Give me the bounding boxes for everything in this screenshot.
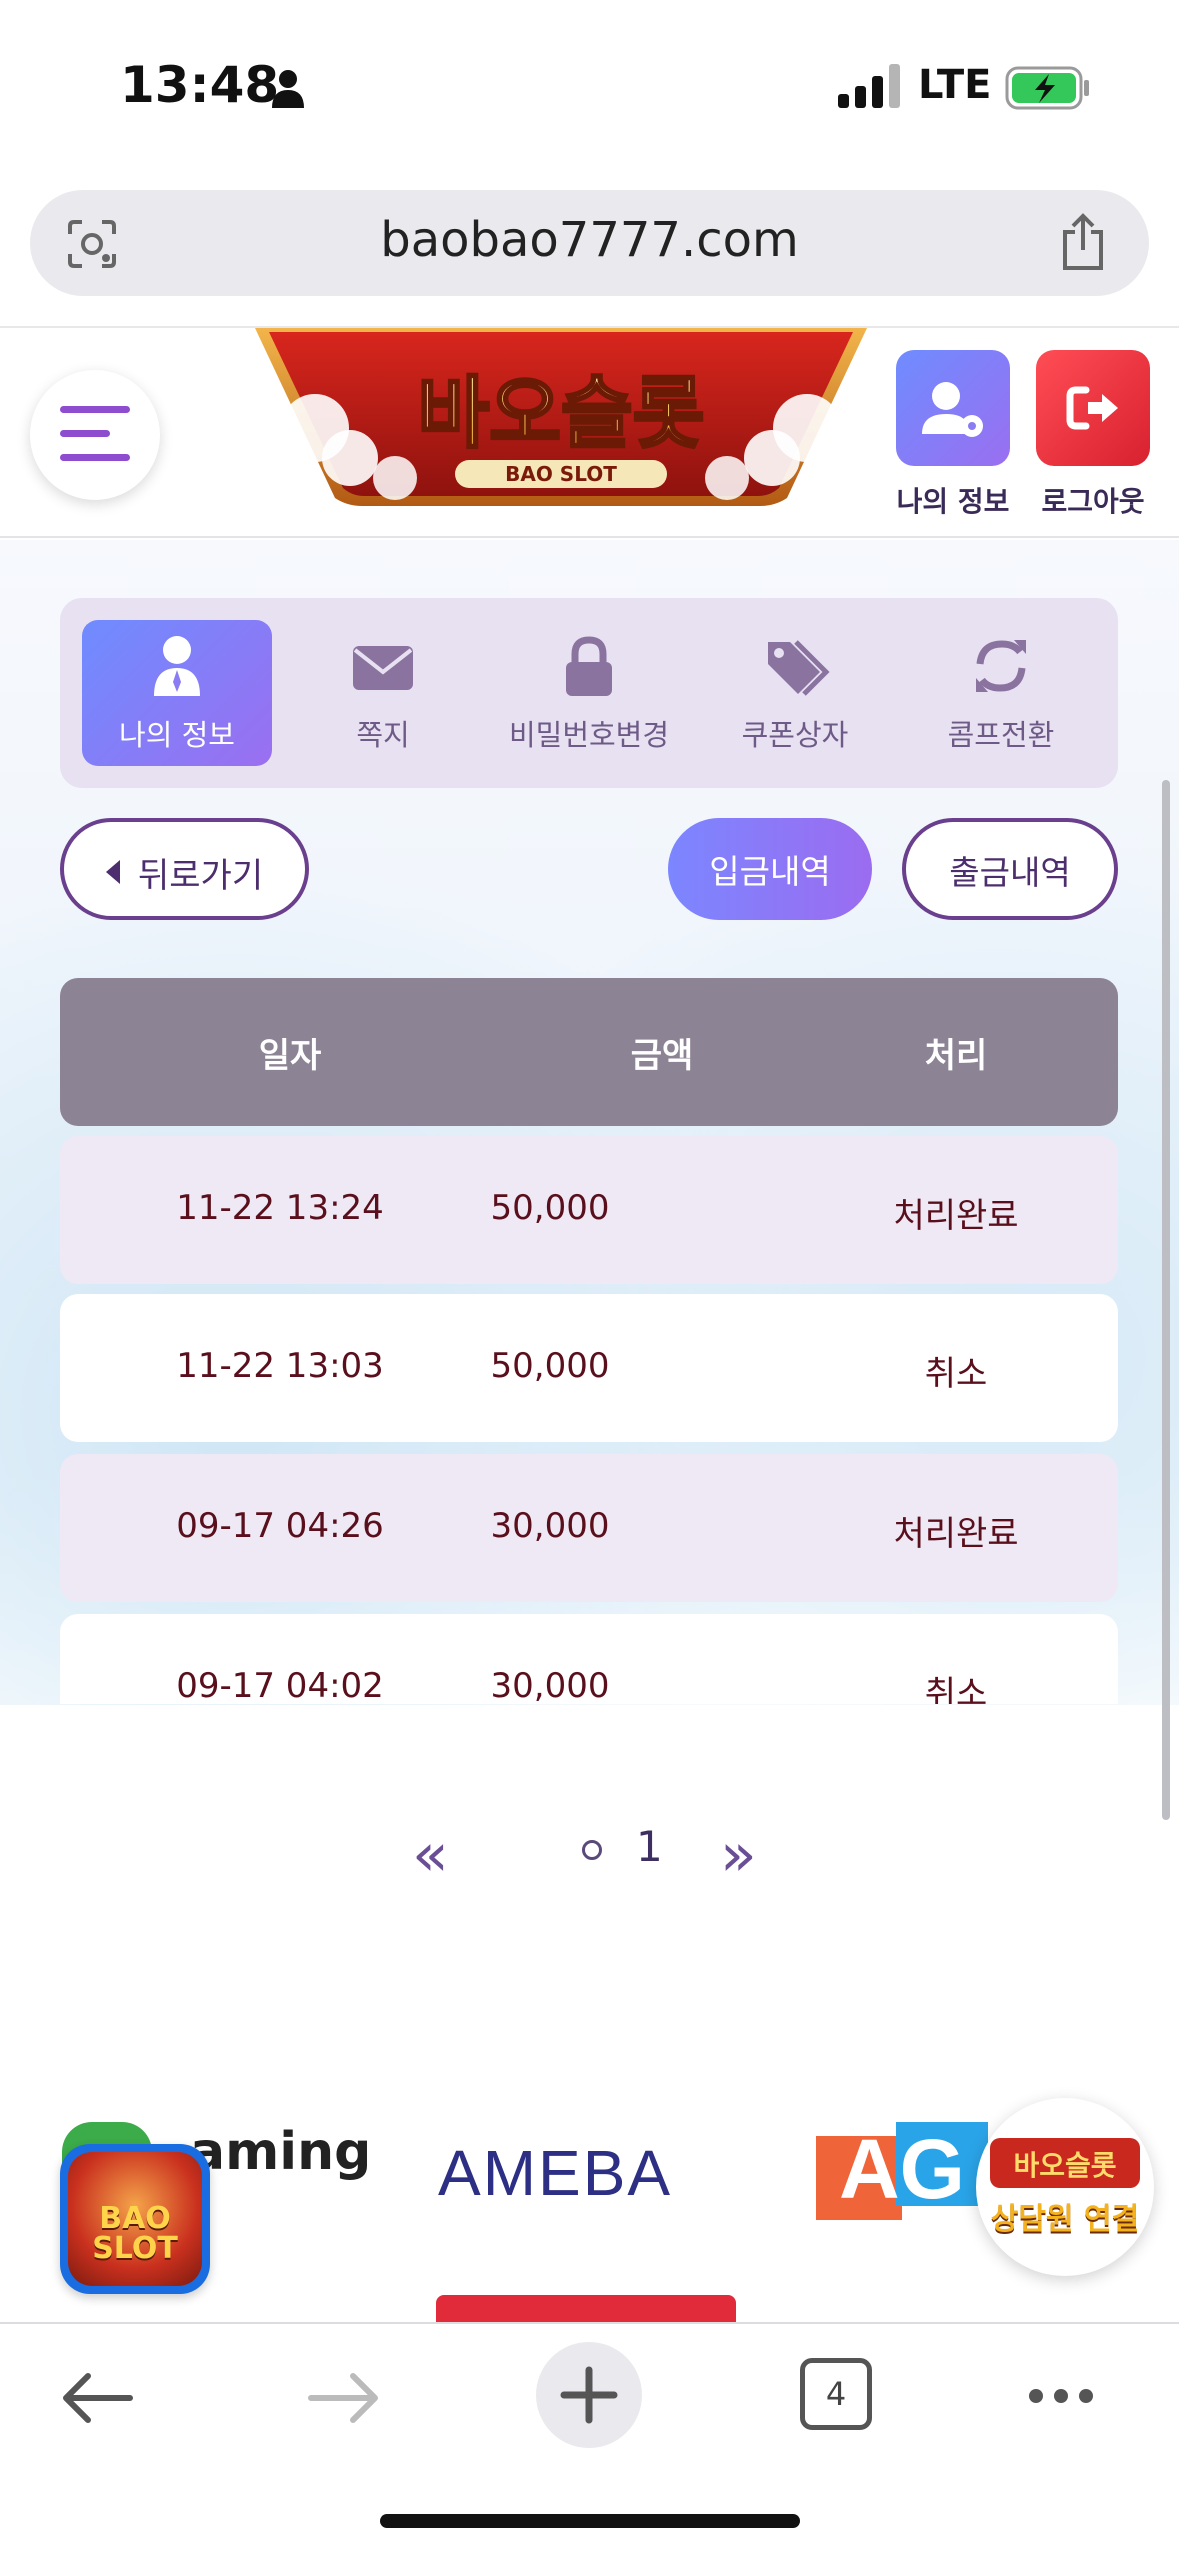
cell-date: 11-22 13:24 bbox=[176, 1188, 384, 1228]
deposit-history-label: 입금내역 bbox=[709, 852, 831, 891]
history-table-header: 일자 금액 처리 bbox=[60, 978, 1118, 1126]
cell-status: 취소 bbox=[924, 1354, 988, 1394]
menu-line-icon bbox=[60, 454, 130, 461]
menu-line-icon bbox=[60, 406, 130, 413]
table-row: 11-22 13:24 50,000 처리완료 bbox=[60, 1136, 1118, 1284]
page-scrollbar[interactable] bbox=[1162, 780, 1170, 1820]
menu-line-icon bbox=[60, 430, 110, 437]
deposit-history-button[interactable]: 입금내역 bbox=[668, 818, 872, 920]
my-info-label[interactable]: 나의 정보 bbox=[873, 480, 1033, 520]
cell-status: 처리완료 bbox=[893, 1514, 1019, 1554]
floating-app-badge[interactable]: BAO SLOT bbox=[60, 2144, 210, 2294]
logout-button[interactable] bbox=[1036, 350, 1150, 466]
tab-label: 비밀번호변경 bbox=[508, 718, 670, 752]
tab-switcher-button[interactable]: 4 bbox=[800, 2358, 872, 2430]
signal-icon bbox=[838, 64, 900, 108]
pagination-dot-icon bbox=[582, 1840, 602, 1860]
url-text[interactable]: baobao7777.com bbox=[30, 212, 1149, 268]
new-tab-button[interactable] bbox=[536, 2342, 642, 2448]
partner-gaming-logo: aming bbox=[190, 2122, 372, 2182]
tab-my-info[interactable]: 나의 정보 bbox=[82, 620, 272, 766]
lock-icon bbox=[566, 636, 612, 696]
battery-icon bbox=[1005, 66, 1089, 110]
pagination-page-1[interactable]: 1 bbox=[636, 1822, 663, 1871]
support-label: 상담원 연결 bbox=[990, 2202, 1140, 2237]
cell-status: 취소 bbox=[924, 1674, 988, 1704]
cell-status: 처리완료 bbox=[893, 1196, 1019, 1236]
tab-change-password[interactable]: 비밀번호변경 bbox=[494, 620, 684, 766]
partner-ag-logo: AG bbox=[816, 2122, 988, 2220]
tab-messages[interactable]: 쪽지 bbox=[288, 620, 478, 766]
user-gear-icon bbox=[922, 382, 983, 437]
account-tab-nav: 나의 정보 쪽지 비밀번호변경 쿠폰상자 콤프전환 bbox=[60, 598, 1118, 788]
pagination-next[interactable]: » bbox=[720, 1820, 757, 1890]
tags-icon bbox=[768, 640, 830, 696]
withdraw-history-button[interactable]: 출금내역 bbox=[902, 818, 1118, 920]
logout-label[interactable]: 로그아웃 bbox=[1013, 480, 1173, 520]
table-row: 09-17 04:26 30,000 처리완료 bbox=[60, 1454, 1118, 1602]
logout-icon bbox=[1066, 386, 1118, 430]
column-header-amount: 금액 bbox=[630, 1036, 694, 1076]
back-button-label: 뒤로가기 bbox=[138, 856, 264, 896]
forward-arrow-icon[interactable] bbox=[305, 2368, 385, 2428]
svg-text:AG: AG bbox=[839, 2122, 965, 2216]
table-row: 11-22 13:03 50,000 취소 bbox=[60, 1294, 1118, 1442]
back-arrow-icon[interactable] bbox=[56, 2368, 136, 2428]
envelope-icon bbox=[353, 646, 413, 690]
home-indicator bbox=[380, 2514, 800, 2528]
cell-date: 09-17 04:26 bbox=[176, 1506, 384, 1546]
back-button[interactable]: 뒤로가기 bbox=[60, 818, 309, 920]
tab-label: 쪽지 bbox=[356, 718, 410, 752]
cell-amount: 30,000 bbox=[490, 1666, 610, 1704]
share-icon[interactable] bbox=[1057, 212, 1109, 272]
menu-button[interactable] bbox=[30, 370, 160, 500]
cell-amount: 30,000 bbox=[490, 1506, 610, 1546]
cell-amount: 50,000 bbox=[490, 1346, 610, 1386]
site-logo[interactable]: BAO SLOT 바오슬롯 bbox=[255, 328, 867, 506]
my-info-button[interactable] bbox=[896, 350, 1010, 466]
network-label: LTE bbox=[918, 62, 992, 108]
table-row: 09-17 04:02 30,000 취소 bbox=[60, 1614, 1118, 1704]
site-header: BAO SLOT 바오슬롯 나의 정보 로그아웃 bbox=[0, 326, 1179, 538]
plus-icon bbox=[560, 2366, 618, 2424]
more-icon[interactable] bbox=[1026, 2386, 1096, 2406]
user-icon bbox=[154, 636, 200, 696]
tab-comp-convert[interactable]: 콤프전환 bbox=[906, 620, 1096, 766]
floating-badge-text: BAO SLOT bbox=[92, 2201, 178, 2266]
tab-label: 쿠폰상자 bbox=[741, 718, 849, 752]
sync-icon bbox=[976, 640, 1026, 692]
person-icon bbox=[272, 70, 304, 108]
svg-text:바오슬롯: 바오슬롯 bbox=[417, 369, 704, 459]
cell-date: 09-17 04:02 bbox=[176, 1666, 384, 1704]
column-header-status: 처리 bbox=[924, 1036, 988, 1076]
history-table-body: 11-22 13:24 50,000 처리완료 11-22 13:03 50,0… bbox=[0, 1126, 1179, 1704]
pagination-prev[interactable]: « bbox=[412, 1820, 449, 1890]
cell-amount: 50,000 bbox=[490, 1188, 610, 1228]
support-chat-button[interactable]: 바오슬롯 상담원 연결 bbox=[976, 2098, 1154, 2276]
caret-left-icon bbox=[106, 860, 120, 884]
address-bar[interactable]: baobao7777.com bbox=[30, 190, 1149, 296]
support-logo-text: 바오슬롯 bbox=[1013, 2149, 1117, 2182]
partner-logo-partial bbox=[436, 2295, 736, 2325]
status-bar: 13:48 LTE bbox=[0, 0, 1179, 170]
cell-date: 11-22 13:03 bbox=[176, 1346, 384, 1386]
tab-label: 나의 정보 bbox=[119, 718, 235, 752]
tab-label: 콤프전환 bbox=[947, 718, 1055, 752]
svg-text:BAO SLOT: BAO SLOT bbox=[505, 462, 617, 486]
partner-ameba-logo: AMEBA bbox=[438, 2137, 673, 2209]
column-header-date: 일자 bbox=[258, 1036, 322, 1076]
withdraw-history-label: 출금내역 bbox=[949, 853, 1071, 892]
status-time: 13:48 bbox=[120, 56, 280, 114]
tab-coupon-box[interactable]: 쿠폰상자 bbox=[700, 620, 890, 766]
